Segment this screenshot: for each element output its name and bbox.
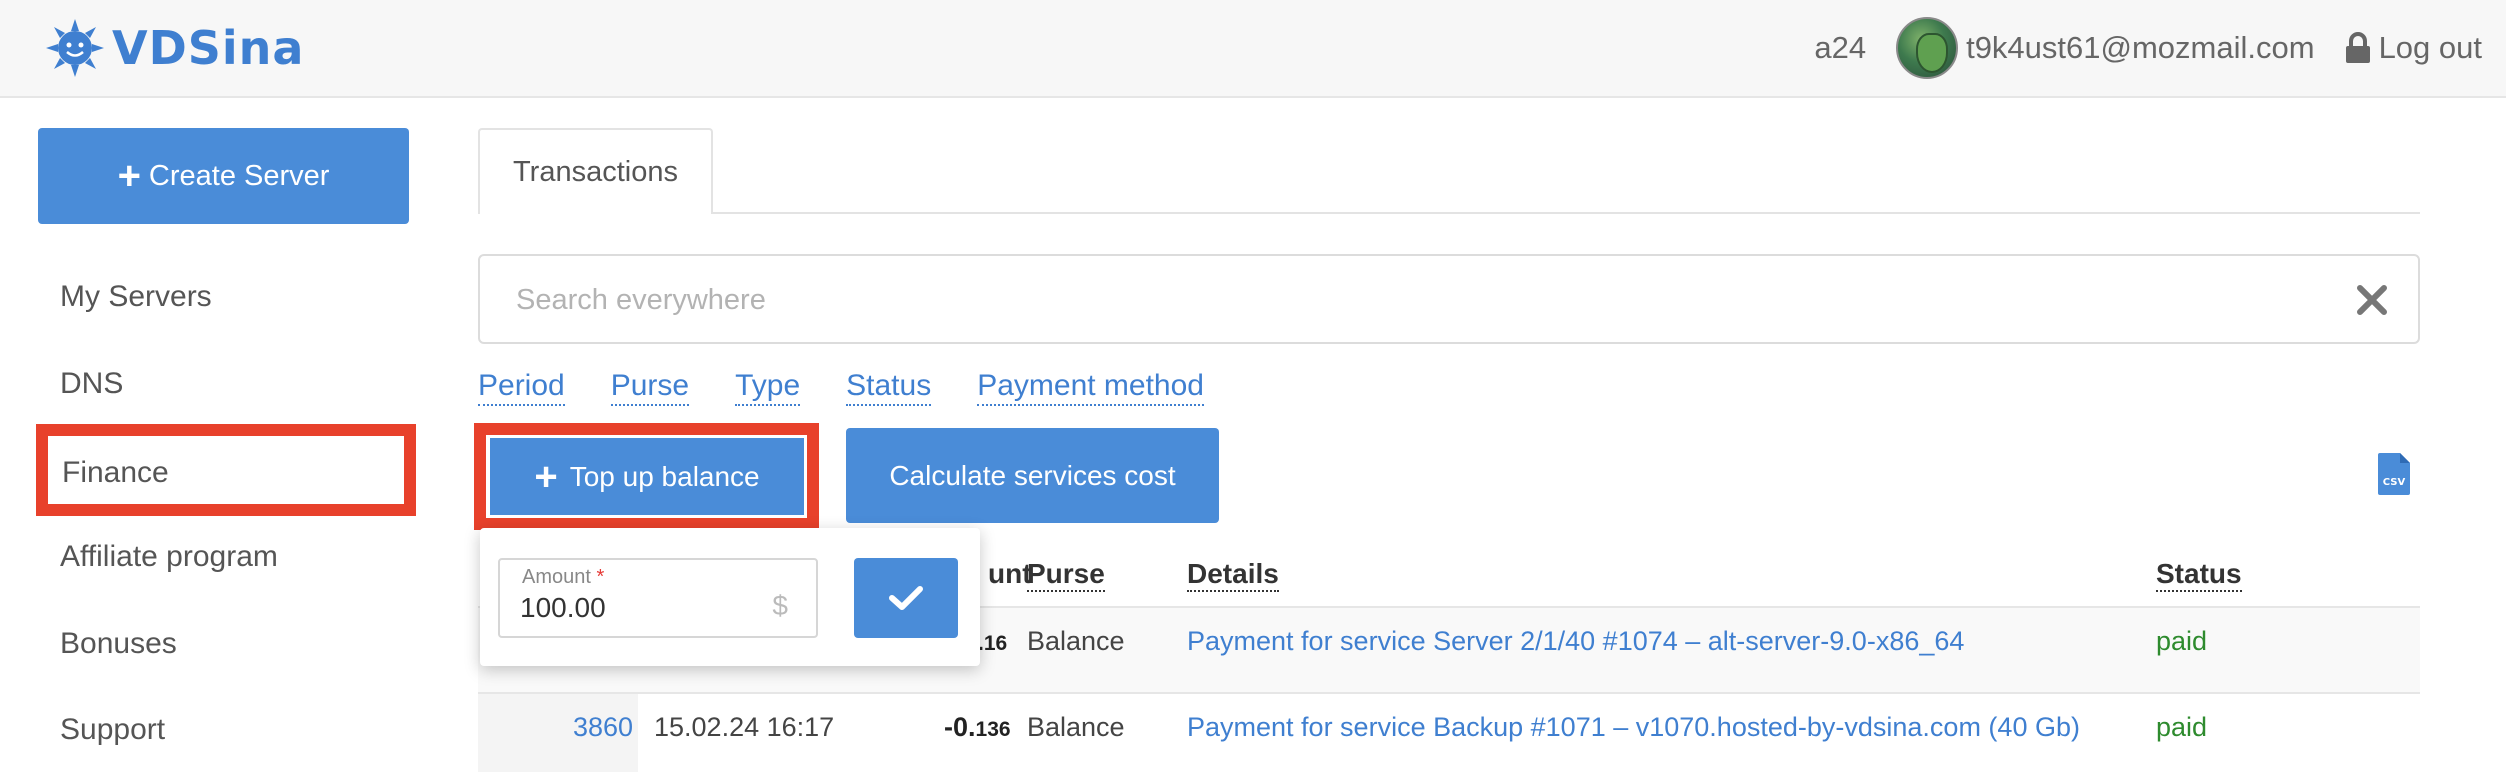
logout-label: Log out bbox=[2378, 30, 2482, 65]
filter-purse[interactable]: Purse bbox=[610, 368, 690, 406]
logo-text: VDSina bbox=[112, 21, 305, 75]
details-link[interactable]: Payment for service Backup #1071 – v1070… bbox=[1187, 712, 2080, 743]
amount-cell: -0.136 bbox=[944, 712, 1011, 742]
close-icon[interactable] bbox=[2350, 278, 2394, 322]
avatar[interactable] bbox=[1896, 17, 1959, 79]
filter-status[interactable]: Status bbox=[846, 368, 932, 406]
create-server-label: Create Server bbox=[148, 159, 330, 192]
filter-type[interactable]: Type bbox=[735, 368, 801, 406]
tab-divider bbox=[713, 212, 2420, 214]
sidebar-item-finance-label: Finance bbox=[62, 456, 169, 489]
status-badge: paid bbox=[2156, 626, 2208, 656]
search-input[interactable] bbox=[516, 276, 2316, 324]
currency-symbol: $ bbox=[772, 590, 788, 621]
user-email: t9k4ust61@mozmail.com bbox=[1966, 30, 2315, 65]
table-row[interactable]: 3860 15.02.24 16:17 -0.136 Balance Payme… bbox=[478, 694, 2420, 772]
purse-cell: Balance bbox=[1027, 712, 1125, 742]
column-header-status[interactable]: Status bbox=[2156, 558, 2242, 592]
sidebar-item-dns[interactable]: DNS bbox=[60, 367, 123, 401]
top-up-balance-label: Top up balance bbox=[569, 460, 760, 492]
purse-cell: Balance bbox=[1027, 626, 1125, 656]
confirm-amount-button[interactable] bbox=[854, 558, 958, 638]
logo[interactable]: VDSina bbox=[46, 18, 304, 78]
lock-icon bbox=[2345, 32, 2370, 63]
transaction-id-link[interactable]: 3860 bbox=[573, 712, 633, 743]
tab-transactions[interactable]: Transactions bbox=[478, 128, 713, 214]
details-link[interactable]: Payment for service Server 2/1/40 #1074 … bbox=[1187, 626, 1964, 657]
svg-text:CSV: CSV bbox=[2383, 477, 2406, 488]
top-up-balance-button[interactable]: + Top up balance bbox=[490, 438, 804, 515]
sidebar-item-bonuses[interactable]: Bonuses bbox=[60, 627, 177, 661]
filter-period[interactable]: Period bbox=[478, 368, 565, 406]
top-up-popover: Amount * $ bbox=[480, 528, 980, 666]
filter-payment-method[interactable]: Payment method bbox=[977, 368, 1204, 406]
logout-link[interactable]: Log out bbox=[2345, 30, 2482, 66]
top-header: VDSina a24 t9k4ust61@mozmail.com Log out bbox=[0, 0, 2506, 98]
header-account-area: a24 t9k4ust61@mozmail.com Log out bbox=[1784, 17, 2482, 79]
column-header-purse[interactable]: Purse bbox=[1027, 558, 1105, 592]
amount-cell: .16 bbox=[978, 632, 1008, 655]
sidebar-item-affiliate-program[interactable]: Affiliate program bbox=[60, 540, 278, 574]
plus-icon: + bbox=[534, 454, 558, 499]
sidebar-item-finance[interactable]: Finance bbox=[36, 424, 416, 516]
filter-bar: Period Purse Type Status Payment method bbox=[478, 368, 1250, 406]
create-server-button[interactable]: + Create Server bbox=[38, 128, 409, 224]
sidebar-item-my-servers[interactable]: My Servers bbox=[60, 280, 212, 314]
amount-input[interactable] bbox=[520, 590, 770, 626]
calculate-services-cost-button[interactable]: Calculate services cost bbox=[846, 428, 1219, 523]
csv-icon[interactable]: CSV bbox=[2378, 453, 2410, 495]
plus-icon: + bbox=[117, 154, 141, 198]
column-header-details[interactable]: Details bbox=[1187, 558, 1279, 592]
sidebar-item-support[interactable]: Support bbox=[60, 713, 165, 747]
status-badge: paid bbox=[2156, 712, 2208, 742]
date-cell: 15.02.24 16:17 bbox=[654, 712, 835, 742]
amount-label: Amount * bbox=[522, 566, 605, 588]
checkmark-icon bbox=[889, 586, 923, 610]
sun-logo-icon bbox=[46, 19, 104, 77]
column-header-amount[interactable]: unt bbox=[988, 558, 1032, 590]
amount-field[interactable]: Amount * $ bbox=[498, 558, 818, 638]
account-id: a24 bbox=[1814, 30, 1867, 65]
user-menu[interactable]: t9k4ust61@mozmail.com bbox=[1896, 17, 2315, 79]
search-box bbox=[478, 254, 2420, 344]
